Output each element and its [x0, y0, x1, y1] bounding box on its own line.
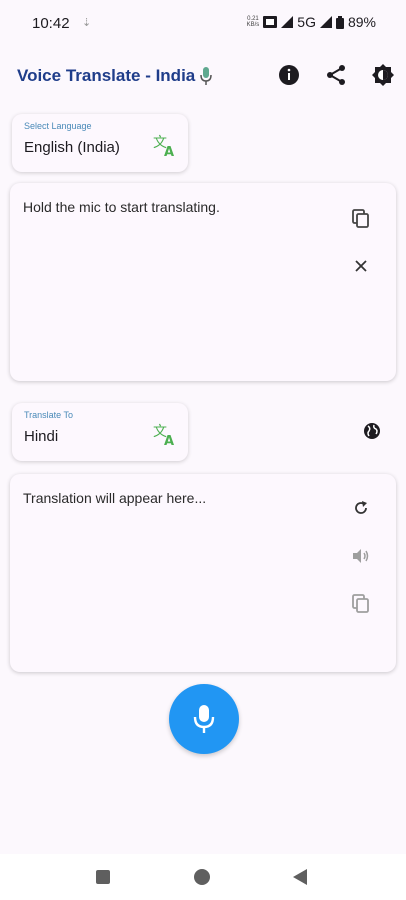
- translate-icon: 文 A: [153, 424, 174, 447]
- recents-button[interactable]: [93, 867, 113, 887]
- copy-icon: [352, 594, 369, 613]
- mic-button[interactable]: [169, 684, 239, 754]
- svg-text:A: A: [164, 145, 174, 158]
- translate-icon: 文 A: [153, 135, 174, 158]
- share-icon[interactable]: [323, 62, 349, 88]
- theme-toggle-icon[interactable]: [370, 62, 396, 88]
- battery-percent: 89%: [347, 14, 376, 30]
- home-icon: [194, 869, 210, 885]
- copy-icon: [352, 209, 369, 228]
- target-language-caption: Translate To: [24, 410, 74, 420]
- translation-text: Translation will appear here...: [23, 490, 207, 506]
- back-icon: [293, 869, 307, 885]
- source-text-panel[interactable]: Hold the mic to start translating.: [10, 183, 396, 381]
- back-button[interactable]: [290, 867, 310, 887]
- download-indicator-icon: ⇣: [82, 17, 92, 29]
- status-right: 0.21 KB/s 5G 89%: [247, 14, 376, 30]
- speak-translation-button[interactable]: [349, 544, 373, 568]
- volume-icon: [353, 549, 369, 563]
- system-nav-bar: [0, 854, 406, 900]
- info-icon[interactable]: [276, 62, 302, 88]
- home-button[interactable]: [192, 867, 212, 887]
- signal-icon: [281, 16, 294, 28]
- translation-panel[interactable]: Translation will appear here...: [10, 474, 396, 672]
- globe-button[interactable]: [363, 422, 383, 442]
- signal-icon-2: [319, 16, 332, 28]
- status-time: 10:42: [32, 15, 70, 32]
- source-language-selector[interactable]: Select Language English (India) 文 A: [12, 114, 188, 172]
- microphone-icon: [193, 705, 215, 733]
- svg-text:A: A: [164, 434, 174, 447]
- microphone-emoji-icon: [200, 67, 212, 85]
- source-language-value: English (India): [24, 139, 120, 156]
- app-title: Voice Translate - India: [17, 66, 213, 86]
- net-speed: 0.21 KB/s: [246, 16, 260, 28]
- copy-source-button[interactable]: [349, 207, 373, 231]
- volte-icon: [263, 16, 278, 28]
- source-language-caption: Select Language: [24, 121, 92, 131]
- refresh-icon: [355, 501, 367, 514]
- copy-translation-button[interactable]: [349, 592, 373, 616]
- source-text: Hold the mic to start translating.: [23, 199, 220, 215]
- target-language-value: Hindi: [24, 428, 59, 445]
- recents-icon: [96, 870, 110, 884]
- globe-icon: [364, 423, 380, 439]
- target-language-selector[interactable]: Translate To Hindi 文 A: [12, 403, 188, 461]
- close-icon: [355, 260, 367, 272]
- retranslate-button[interactable]: [349, 496, 373, 520]
- clear-source-button[interactable]: [349, 254, 373, 278]
- battery-icon: [335, 15, 344, 29]
- network-type: 5G: [297, 14, 316, 30]
